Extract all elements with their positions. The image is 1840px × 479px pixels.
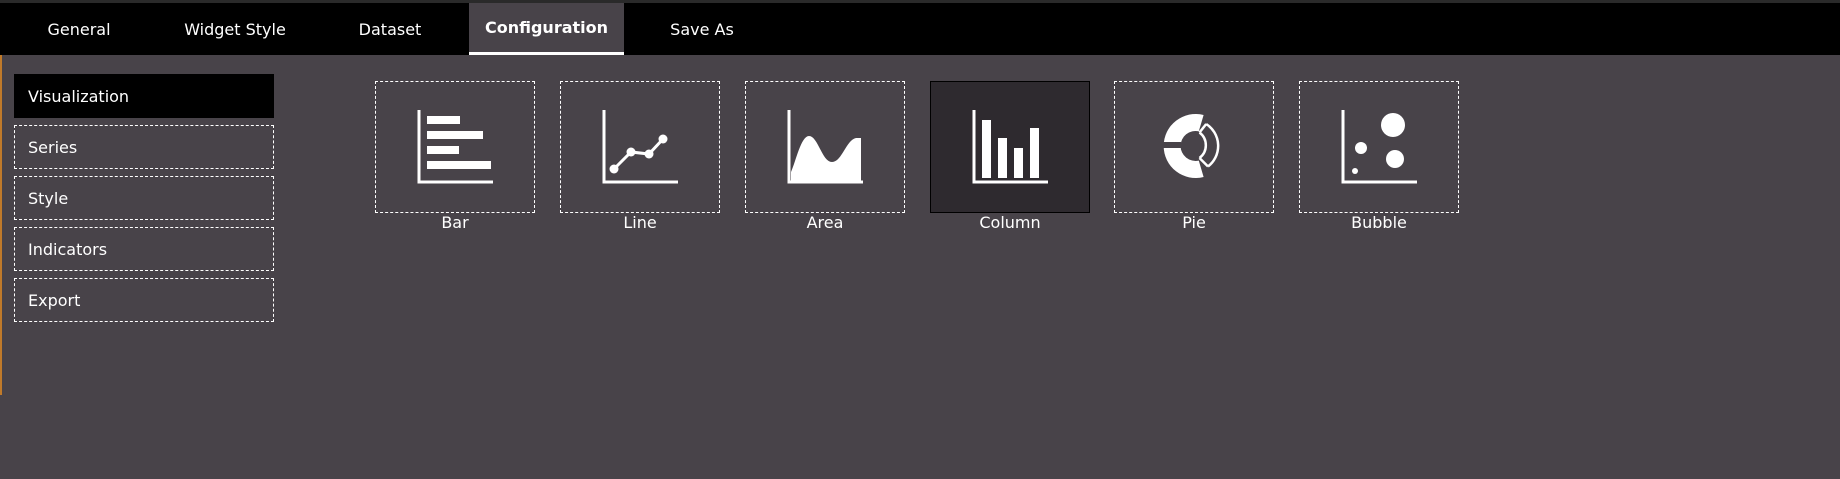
window-edge-accent xyxy=(0,55,2,395)
viz-card-pie[interactable] xyxy=(1114,81,1274,213)
top-tab-bar: General Widget Style Dataset Configurati… xyxy=(0,0,1840,55)
sidebar-item-export[interactable]: Export xyxy=(14,278,274,322)
bar-chart-icon xyxy=(417,110,493,184)
pie-chart-icon xyxy=(1159,114,1220,178)
area-chart-icon xyxy=(787,110,863,184)
tab-widget-style[interactable]: Widget Style xyxy=(168,3,302,55)
sidebar-item-style[interactable]: Style xyxy=(14,176,274,220)
viz-card-bubble[interactable] xyxy=(1299,81,1459,213)
tab-save-as[interactable]: Save As xyxy=(652,3,752,55)
bubble-chart-icon xyxy=(1341,110,1417,184)
tab-dataset[interactable]: Dataset xyxy=(330,3,450,55)
viz-label-bar: Bar xyxy=(441,213,469,232)
viz-label-pie: Pie xyxy=(1182,213,1206,232)
viz-card-line[interactable] xyxy=(560,81,720,213)
line-chart-icon xyxy=(602,110,678,184)
viz-label-column: Column xyxy=(979,213,1041,232)
sidebar-item-visualization[interactable]: Visualization xyxy=(14,74,274,118)
viz-label-bubble: Bubble xyxy=(1351,213,1407,232)
sidebar-item-series[interactable]: Series xyxy=(14,125,274,169)
tab-general[interactable]: General xyxy=(18,3,140,55)
tab-configuration[interactable]: Configuration xyxy=(469,3,624,55)
viz-card-column[interactable] xyxy=(930,81,1090,213)
column-chart-icon xyxy=(972,110,1048,184)
viz-label-line: Line xyxy=(623,213,657,232)
viz-label-area: Area xyxy=(806,213,844,232)
viz-card-bar[interactable] xyxy=(375,81,535,213)
viz-card-area[interactable] xyxy=(745,81,905,213)
sidebar-item-indicators[interactable]: Indicators xyxy=(14,227,274,271)
